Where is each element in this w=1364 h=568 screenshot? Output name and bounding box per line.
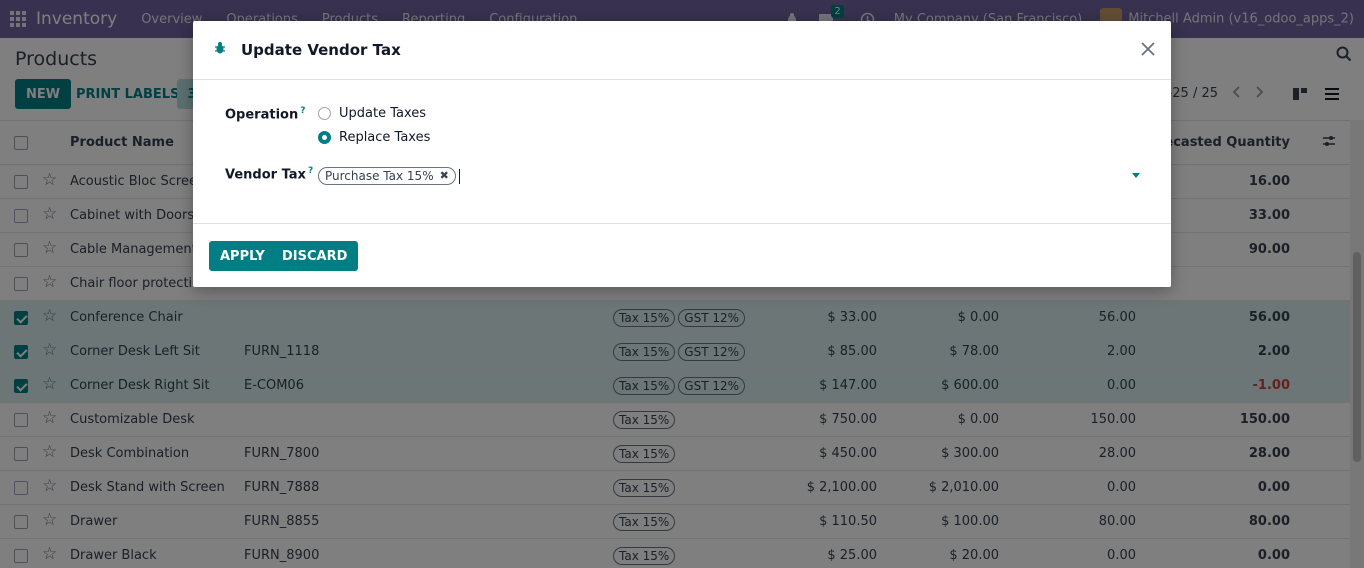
vendor-tax-tag: Purchase Tax 15% ✖ [318, 167, 456, 185]
dropdown-caret-icon[interactable] [1132, 173, 1140, 178]
operation-help-icon[interactable]: ? [300, 106, 305, 116]
modal-footer: APPLY DISCARD [193, 224, 1171, 286]
radio-replace-taxes[interactable]: Replace Taxes [318, 130, 430, 145]
vendor-tax-help-icon[interactable]: ? [308, 166, 313, 176]
close-icon[interactable] [1139, 40, 1157, 58]
bug-icon [213, 41, 227, 59]
remove-tag-icon[interactable]: ✖ [440, 168, 449, 184]
discard-button[interactable]: DISCARD [271, 241, 359, 271]
apply-button[interactable]: APPLY [209, 241, 276, 271]
modal-body: Operation? Update Taxes Replace Taxes Ve… [193, 80, 1171, 224]
text-caret [458, 168, 460, 184]
radio-replace-taxes-label[interactable]: Replace Taxes [339, 130, 430, 145]
vendor-tax-label: Vendor Tax? [225, 166, 314, 183]
vendor-tax-tag-label: Purchase Tax 15% [325, 169, 434, 183]
radio-replace-taxes-dot[interactable] [318, 131, 331, 144]
radio-update-taxes-label[interactable]: Update Taxes [339, 106, 426, 121]
modal-header: Update Vendor Tax [193, 21, 1171, 80]
radio-update-taxes-dot[interactable] [318, 107, 331, 120]
vendor-tax-input[interactable]: Purchase Tax 15% ✖ [318, 165, 1140, 187]
operation-label: Operation? [225, 106, 306, 123]
radio-update-taxes[interactable]: Update Taxes [318, 106, 426, 121]
modal-title: Update Vendor Tax [241, 41, 401, 59]
update-vendor-tax-dialog: Update Vendor Tax Operation? Update Taxe… [193, 21, 1171, 287]
